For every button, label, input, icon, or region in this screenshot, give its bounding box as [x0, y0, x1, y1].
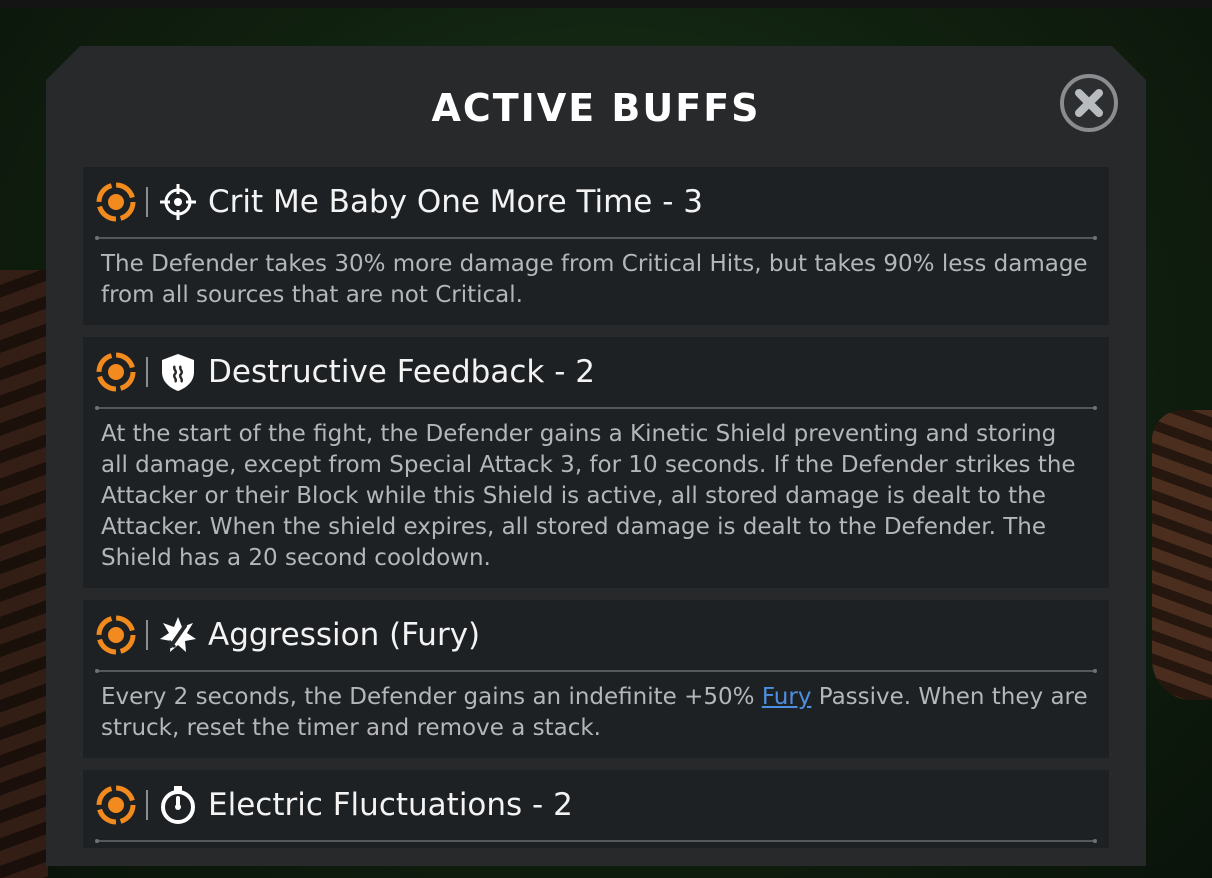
buff-name: Electric Fluctuations - 2	[208, 787, 573, 823]
divider	[95, 839, 1097, 843]
orange-target-icon	[96, 615, 136, 655]
background-top-strip	[0, 0, 1212, 8]
divider	[95, 236, 1097, 240]
background-character-right	[1152, 410, 1212, 700]
buff-name: Aggression (Fury)	[208, 617, 481, 653]
buff-row: Crit Me Baby One More Time - 3 The Defen…	[83, 167, 1109, 325]
separator	[146, 790, 148, 820]
shield-icon	[162, 354, 194, 391]
buff-header: Crit Me Baby One More Time - 3	[83, 167, 1109, 237]
active-buffs-dialog: ACTIVE BUFFS Crit Me Baby One More Time …	[46, 46, 1146, 866]
description-text: Every 2 seconds, the Defender gains an i…	[101, 684, 762, 710]
fury-sword-icon	[160, 617, 196, 652]
fury-link[interactable]: Fury	[762, 684, 812, 710]
separator	[146, 620, 148, 650]
divider	[95, 406, 1097, 410]
buff-header: Aggression (Fury)	[83, 600, 1109, 670]
background-character-left	[0, 270, 48, 878]
separator	[146, 357, 148, 387]
buff-description: At the start of the fight, the Defender …	[101, 421, 1076, 571]
buff-header: Destructive Feedback - 2	[83, 337, 1109, 407]
close-button[interactable]	[1060, 74, 1118, 132]
buff-row: Aggression (Fury) Every 2 seconds, the D…	[83, 600, 1109, 758]
buff-row: Electric Fluctuations - 2	[83, 770, 1109, 848]
buff-header: Electric Fluctuations - 2	[83, 770, 1109, 840]
dialog-title: ACTIVE BUFFS	[431, 86, 761, 130]
orange-target-icon	[96, 785, 136, 825]
orange-target-icon	[96, 352, 136, 392]
separator	[146, 187, 148, 217]
close-icon	[1075, 89, 1103, 117]
stopwatch-icon	[161, 786, 195, 824]
buff-name: Destructive Feedback - 2	[208, 354, 595, 390]
buff-description: The Defender takes 30% more damage from …	[101, 251, 1088, 308]
orange-target-icon	[96, 182, 136, 222]
buff-name: Crit Me Baby One More Time - 3	[208, 184, 703, 220]
divider	[95, 669, 1097, 673]
crosshair-icon	[160, 184, 196, 220]
buff-list: Crit Me Baby One More Time - 3 The Defen…	[83, 167, 1109, 860]
buff-description: Every 2 seconds, the Defender gains an i…	[83, 672, 1109, 758]
buff-row: Destructive Feedback - 2 At the start of…	[83, 337, 1109, 588]
